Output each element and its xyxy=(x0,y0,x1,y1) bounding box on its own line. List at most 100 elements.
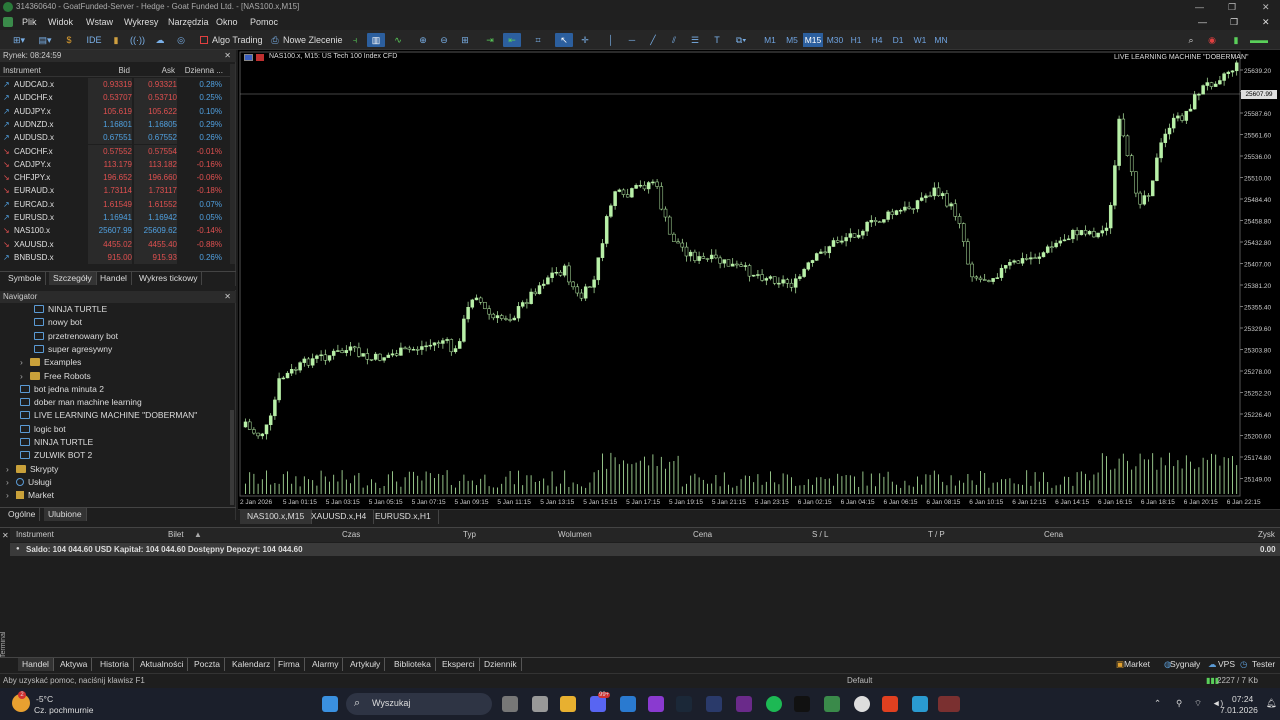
widgets-icon[interactable] xyxy=(532,696,548,712)
navigator-scrollbar[interactable] xyxy=(230,410,234,505)
expand-chevron-icon[interactable]: › xyxy=(6,463,16,476)
bar-chart-icon[interactable]: ⫞ xyxy=(348,33,362,47)
app-icon[interactable] xyxy=(706,696,722,712)
menu-view[interactable]: Widok xyxy=(48,14,73,30)
horizontal-line-icon[interactable]: ─ xyxy=(625,33,639,47)
col-bid[interactable]: Bid xyxy=(88,64,130,77)
navigator-item[interactable]: › Examples xyxy=(20,356,81,369)
ea-settings-icon[interactable]: ☺ xyxy=(1230,53,1237,60)
timeframe-d1[interactable]: D1 xyxy=(888,33,908,47)
tab-trading[interactable]: Handel xyxy=(96,272,132,285)
market-link[interactable]: Market xyxy=(1120,658,1154,671)
timeframe-m1[interactable]: M1 xyxy=(760,33,780,47)
col-sl[interactable]: S / L xyxy=(812,528,828,542)
market-scrollbar[interactable] xyxy=(230,64,235,264)
tray-location-icon[interactable]: ⚲ xyxy=(1176,698,1182,709)
market-row[interactable]: ↗ AUDNZD.x 1.16801 1.16805 0.29% xyxy=(0,117,230,132)
spotify-icon[interactable] xyxy=(766,696,782,712)
steam-icon[interactable] xyxy=(676,696,692,712)
navigator-item[interactable]: ZULWIK BOT 2 xyxy=(20,449,92,462)
market-watch-close-icon[interactable]: ✕ xyxy=(224,50,231,62)
col-volume[interactable]: Wolumen xyxy=(558,528,592,542)
clock-date[interactable]: 7.01.2026 xyxy=(1220,705,1258,715)
status-profile[interactable]: Default xyxy=(847,674,872,688)
navigator-item[interactable]: LIVE LEARNING MACHINE "DOBERMAN" xyxy=(20,409,197,422)
navigator-item[interactable]: przetrenowany bot xyxy=(34,330,118,343)
minimize-button[interactable]: — xyxy=(1195,0,1204,14)
discord-icon[interactable] xyxy=(590,696,606,712)
tab-company[interactable]: Firma xyxy=(274,658,305,671)
market-row[interactable]: ↘ XAUUSD.x 4455.02 4455.40 -0.88% xyxy=(0,237,230,251)
col-price[interactable]: Cena xyxy=(693,528,712,542)
col-current-price[interactable]: Cena xyxy=(1044,528,1063,542)
market-row[interactable]: ↘ NAS100.x 25607.99 25609.62 -0.14% xyxy=(0,224,230,238)
market-row[interactable]: ↗ EURCAD.x 1.61549 1.61552 0.07% xyxy=(0,197,230,211)
obs-icon[interactable] xyxy=(736,696,752,712)
tab-history[interactable]: Historia xyxy=(96,658,134,671)
new-chart-icon[interactable]: ⊞▾ xyxy=(8,33,30,47)
window-minimize-button[interactable]: — xyxy=(1198,14,1207,30)
window-close-button[interactable]: ✕ xyxy=(1262,14,1270,30)
tester-link[interactable]: Tester xyxy=(1248,658,1279,671)
market-watch-icon[interactable]: $ xyxy=(62,33,76,47)
data-window-icon[interactable]: IDE xyxy=(86,33,102,47)
zoom-in-icon[interactable]: ⊕ xyxy=(416,33,430,47)
channel-icon[interactable]: ⫽ xyxy=(667,33,681,47)
balance-row[interactable]: ● Saldo: 104 044.60 USD Kapitał: 104 044… xyxy=(10,543,1280,556)
col-tp[interactable]: T / P xyxy=(928,528,945,542)
menu-charts[interactable]: Wykresy xyxy=(124,14,158,30)
tab-experts[interactable]: Eksperci xyxy=(438,658,480,671)
indicators-icon[interactable]: ⌗ xyxy=(530,33,546,47)
community-icon[interactable]: ◎ xyxy=(175,33,187,47)
fibonacci-icon[interactable]: ☰ xyxy=(688,33,702,47)
col-daily-change[interactable]: Dzienna ... xyxy=(183,64,223,77)
profiles-icon[interactable]: ▤▾ xyxy=(34,33,56,47)
navigator-item[interactable]: super agresywny xyxy=(34,343,112,356)
market-row[interactable]: ↗ BNBUSD.x 915.00 915.93 0.26% xyxy=(0,250,230,265)
trend-line-icon[interactable]: ╱ xyxy=(646,33,660,47)
navigator-close-icon[interactable]: ✕ xyxy=(224,291,231,303)
brave-icon[interactable] xyxy=(882,696,898,712)
zoom-out-icon[interactable]: ⊖ xyxy=(437,33,451,47)
terminal-close-icon[interactable]: ✕ xyxy=(2,531,9,540)
notepad-icon[interactable] xyxy=(912,696,928,712)
chrome-icon[interactable] xyxy=(854,696,870,712)
navigator-item[interactable]: NINJA TURTLE xyxy=(34,303,107,316)
tab-general[interactable]: Ogólne xyxy=(4,508,41,521)
maximize-button[interactable]: ❐ xyxy=(1228,0,1236,14)
tab-tick-chart[interactable]: Wykres tickowy xyxy=(135,272,203,285)
col-ticket[interactable]: Bilet xyxy=(168,528,184,542)
expand-chevron-icon[interactable]: › xyxy=(20,356,30,369)
new-order-icon[interactable]: ⎙ xyxy=(270,33,280,47)
close-button[interactable]: ✕ xyxy=(1262,0,1270,14)
chart-tab-eurusd[interactable]: EURUSD.x,H1 xyxy=(368,510,439,524)
wifi-icon[interactable]: ⌔ xyxy=(1194,698,1202,709)
price-chart[interactable]: 25639.2025613.6025587.6025561.6025536.00… xyxy=(238,50,1280,509)
col-profit[interactable]: Zysk xyxy=(1258,528,1275,542)
col-type[interactable]: Typ xyxy=(463,528,476,542)
timeframe-h1[interactable]: H1 xyxy=(846,33,866,47)
auto-scroll-icon[interactable]: ⇥ xyxy=(482,33,498,47)
chart-shift-icon[interactable]: ⇤ xyxy=(503,33,521,47)
market-row[interactable]: ↘ CADCHF.x 0.57552 0.57554 -0.01% xyxy=(0,144,230,158)
search-icon[interactable]: ⌕ xyxy=(1184,33,1198,47)
algo-trading-icon[interactable] xyxy=(200,36,208,44)
navigator-item[interactable]: bot jedna minuta 2 xyxy=(20,383,104,396)
purple-app-icon[interactable] xyxy=(648,696,664,712)
line-chart-icon[interactable]: ∿ xyxy=(391,33,405,47)
tab-calendar[interactable]: Kalendarz xyxy=(228,658,276,671)
expand-chevron-icon[interactable]: › xyxy=(20,370,30,383)
tab-details[interactable]: Szczegóły xyxy=(49,272,97,285)
menu-file[interactable]: Plik xyxy=(22,14,37,30)
navigator-item[interactable]: NINJA TURTLE xyxy=(20,436,93,449)
timeframe-mn[interactable]: MN xyxy=(931,33,951,47)
tray-chevron-icon[interactable]: ⌃ xyxy=(1154,698,1161,709)
menu-insert[interactable]: Wstaw xyxy=(86,14,113,30)
algo-trading-button[interactable]: Algo Trading xyxy=(212,33,263,47)
navigator-item[interactable]: dober man machine learning xyxy=(20,396,142,409)
expand-chevron-icon[interactable]: › xyxy=(6,489,16,502)
navigator-item[interactable]: › Usługi xyxy=(6,476,52,489)
navigator-item[interactable]: › Skrypty xyxy=(6,463,58,476)
market-row[interactable]: ↘ CHFJPY.x 196.652 196.660 -0.06% xyxy=(0,171,230,185)
tradingview-icon[interactable] xyxy=(794,696,810,712)
